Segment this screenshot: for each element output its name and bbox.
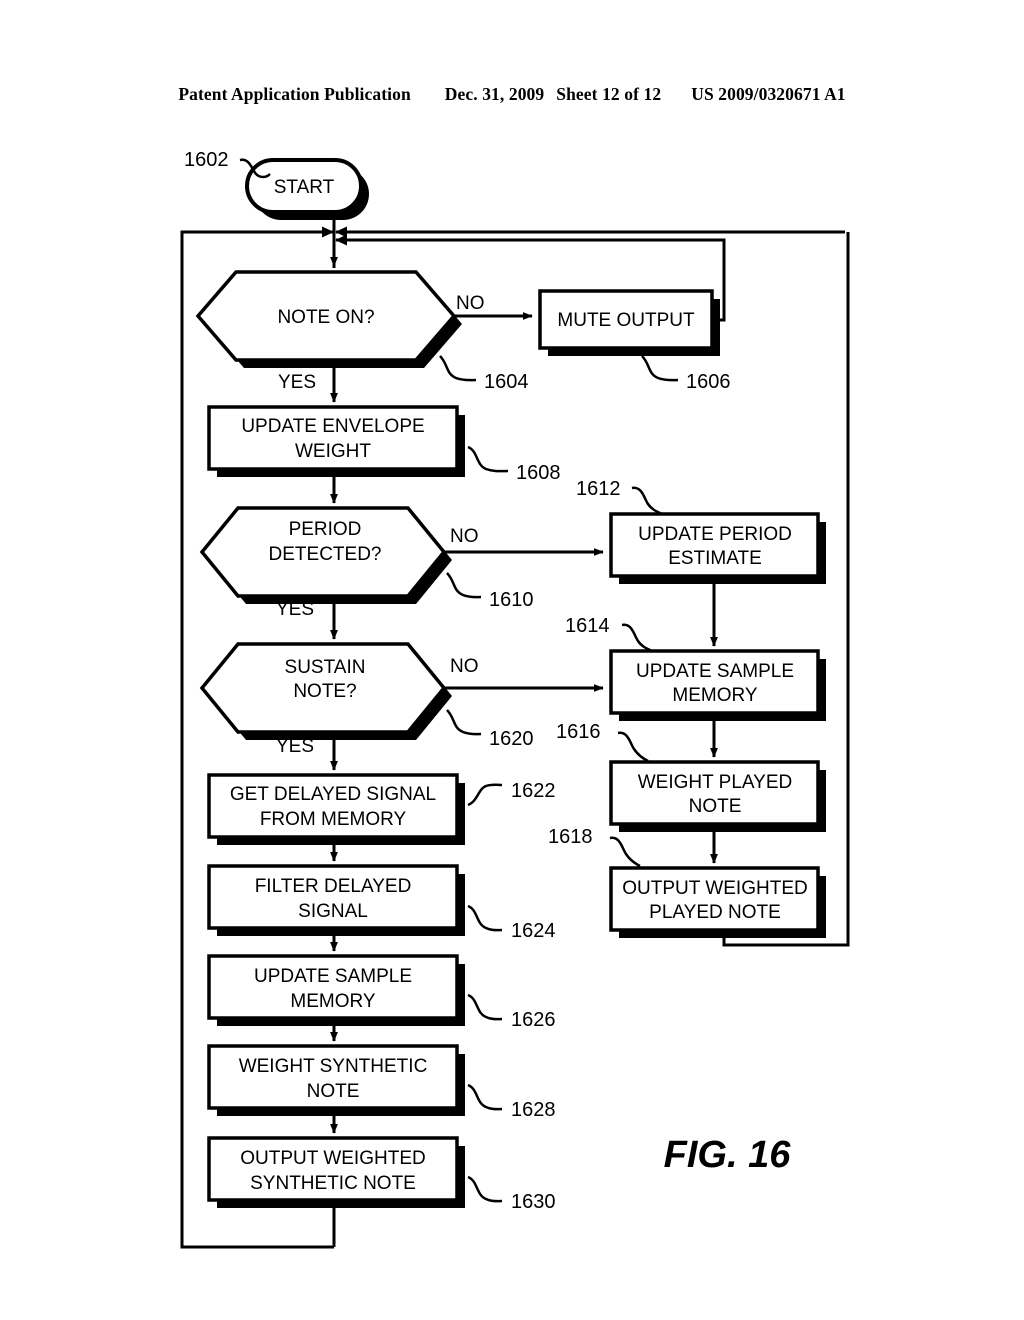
ref-1616-label: 1616: [556, 721, 601, 743]
node-weight-played-note[interactable]: WEIGHT PLAYED NOTE: [609, 760, 820, 826]
ref-1612: 1612: [576, 478, 663, 516]
weight-played-note-line2: NOTE: [689, 796, 742, 817]
ref-1626-label: 1626: [511, 1009, 556, 1031]
filter-delayed-signal-line1: FILTER DELAYED: [255, 876, 412, 897]
ref-1606-leader: [641, 355, 679, 382]
node-output-weighted-played-note[interactable]: OUTPUT WEIGHTED PLAYED NOTE: [609, 866, 820, 932]
ref-1610-leader: [446, 572, 482, 599]
get-delayed-signal-line2: FROM MEMORY: [260, 809, 407, 830]
sustain-note-line2: NOTE?: [293, 681, 356, 702]
ref-1604-label: 1604: [484, 371, 529, 393]
ref-1610: 1610: [446, 572, 534, 611]
weight-played-note-line1: WEIGHT PLAYED: [638, 772, 793, 793]
ref-1618-leader: [609, 836, 641, 868]
ref-1622: 1622: [467, 780, 556, 807]
node-start[interactable]: START: [245, 158, 363, 214]
node-weight-synthetic-note[interactable]: WEIGHT SYNTHETIC NOTE: [207, 1044, 459, 1110]
node-update-envelope-weight[interactable]: UPDATE ENVELOPE WEIGHT: [207, 405, 459, 471]
output-weighted-synthetic-note-line2: SYNTHETIC NOTE: [250, 1173, 416, 1194]
get-delayed-signal-line1: GET DELAYED SIGNAL: [230, 784, 436, 805]
ref-1608-label: 1608: [516, 462, 561, 484]
weight-synthetic-note-line2: NOTE: [307, 1081, 360, 1102]
ref-1628-leader: [467, 1083, 503, 1111]
update-sample-memory-left-line1: UPDATE SAMPLE: [254, 966, 412, 987]
ref-1604-leader: [439, 355, 477, 382]
node-update-sample-memory-right[interactable]: UPDATE SAMPLE MEMORY: [609, 649, 820, 715]
ref-1614-leader: [621, 623, 653, 653]
loop-rail-right: [722, 232, 850, 947]
label-period-yes: YES: [276, 599, 314, 620]
ref-1620: 1620: [446, 709, 534, 750]
ref-1602-label: 1602: [184, 149, 229, 171]
filter-delayed-signal-line2: SIGNAL: [298, 901, 368, 922]
ref-1624-leader: [467, 904, 503, 932]
mute-output-label: MUTE OUTPUT: [557, 310, 695, 331]
ref-1614: 1614: [565, 615, 653, 653]
ref-1626-leader: [467, 993, 503, 1021]
output-weighted-synthetic-note-line1: OUTPUT WEIGHTED: [240, 1148, 425, 1169]
ref-1628: 1628: [467, 1083, 556, 1121]
update-period-estimate-line2: ESTIMATE: [668, 548, 762, 569]
ref-1624: 1624: [467, 904, 556, 942]
ref-1622-label: 1622: [511, 780, 556, 802]
ref-1610-label: 1610: [489, 589, 534, 611]
ref-1606-label: 1606: [686, 371, 731, 393]
ref-1616: 1616: [556, 721, 649, 763]
ref-1630-label: 1630: [511, 1191, 556, 1213]
update-envelope-weight-line2: WEIGHT: [295, 441, 371, 462]
node-update-sample-memory-left[interactable]: UPDATE SAMPLE MEMORY: [207, 954, 459, 1020]
figure-label: FIG. 16: [664, 1134, 792, 1176]
update-sample-memory-left-line2: MEMORY: [290, 991, 375, 1012]
node-update-period-estimate[interactable]: UPDATE PERIOD ESTIMATE: [609, 512, 820, 578]
ref-1608: 1608: [467, 445, 561, 484]
node-filter-delayed-signal[interactable]: FILTER DELAYED SIGNAL: [207, 864, 459, 930]
update-sample-memory-right-line2: MEMORY: [672, 685, 757, 706]
ref-1630: 1630: [467, 1175, 556, 1213]
ref-1628-label: 1628: [511, 1099, 556, 1121]
ref-1614-label: 1614: [565, 615, 610, 637]
output-weighted-played-note-line2: PLAYED NOTE: [649, 902, 781, 923]
figure-16-flowchart: START 1602 NOTE ON? NO YES 1604 MUTE OUT…: [180, 149, 850, 1249]
node-note-on[interactable]: NOTE ON?: [195, 270, 457, 362]
label-note-on-yes: YES: [278, 372, 316, 393]
ref-1616-leader: [617, 731, 649, 763]
label-sustain-yes: YES: [276, 736, 314, 757]
label-note-on-no: NO: [456, 293, 485, 314]
ref-1608-leader: [467, 445, 509, 473]
patent-page: Patent Application Publication Dec. 31, …: [0, 0, 1024, 1320]
ref-1626: 1626: [467, 993, 556, 1031]
label-period-no: NO: [450, 526, 479, 547]
period-detected-line2: DETECTED?: [269, 544, 382, 565]
node-period-detected[interactable]: PERIOD DETECTED?: [199, 506, 447, 598]
node-mute-output[interactable]: MUTE OUTPUT: [538, 289, 714, 350]
update-sample-memory-right-line1: UPDATE SAMPLE: [636, 661, 794, 682]
weight-synthetic-note-line1: WEIGHT SYNTHETIC: [239, 1056, 428, 1077]
sustain-note-line1: SUSTAIN: [285, 657, 366, 678]
ref-1630-leader: [467, 1175, 503, 1203]
ref-1618-label: 1618: [548, 826, 593, 848]
update-period-estimate-line1: UPDATE PERIOD: [638, 524, 792, 545]
node-output-weighted-synthetic-note[interactable]: OUTPUT WEIGHTED SYNTHETIC NOTE: [207, 1136, 459, 1202]
start-label: START: [274, 177, 335, 198]
update-envelope-weight-line1: UPDATE ENVELOPE: [241, 416, 424, 437]
ref-1606: 1606: [641, 355, 731, 393]
ref-1624-label: 1624: [511, 920, 556, 942]
ref-1612-leader: [631, 486, 663, 516]
ref-1622-leader: [467, 783, 503, 807]
node-sustain-note[interactable]: SUSTAIN NOTE?: [199, 642, 447, 734]
period-detected-line1: PERIOD: [289, 519, 362, 540]
ref-1620-leader: [446, 709, 482, 736]
ref-1604: 1604: [439, 355, 529, 393]
ref-1620-label: 1620: [489, 728, 534, 750]
ref-1612-label: 1612: [576, 478, 621, 500]
label-sustain-no: NO: [450, 656, 479, 677]
note-on-label: NOTE ON?: [277, 307, 374, 328]
node-get-delayed-signal[interactable]: GET DELAYED SIGNAL FROM MEMORY: [207, 773, 459, 839]
output-weighted-played-note-line1: OUTPUT WEIGHTED: [622, 878, 807, 899]
